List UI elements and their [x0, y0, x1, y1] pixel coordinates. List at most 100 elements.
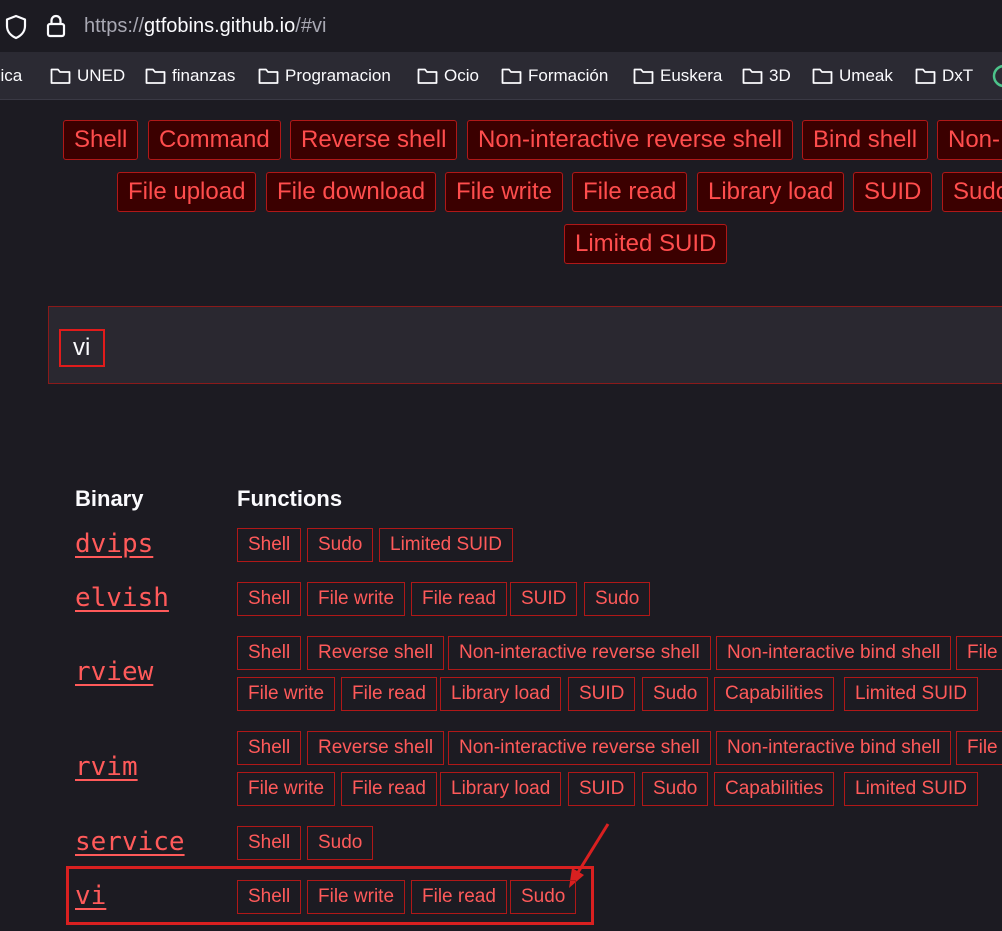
filter-button[interactable]: Bind shell	[802, 120, 929, 160]
filter-button[interactable]: File write	[445, 172, 564, 212]
bookmark-label: Programacion	[285, 66, 391, 85]
bookmark-label: Umeak	[839, 66, 893, 85]
search-input[interactable]: vi	[48, 306, 1002, 384]
function-tag[interactable]: Library load	[440, 772, 562, 806]
binary-link[interactable]: rvim	[75, 752, 138, 782]
function-tag[interactable]: SUID	[568, 772, 636, 806]
function-tag[interactable]: Non-interactive bind shell	[716, 731, 952, 765]
folder-icon	[258, 68, 279, 84]
bookmark-item[interactable]: Programacion	[258, 64, 391, 88]
url-scheme: https://	[84, 15, 145, 37]
bookmark-item[interactable]: Umeak	[812, 64, 893, 88]
bookmark-label: Euskera	[660, 66, 723, 85]
function-tag[interactable]: SUID	[510, 582, 578, 616]
folder-icon	[742, 68, 763, 84]
function-tag[interactable]: Shell	[237, 826, 302, 860]
filter-button[interactable]: SUID	[853, 172, 933, 212]
function-tag[interactable]: Non-interactive reverse shell	[448, 636, 711, 670]
search-value: vi	[59, 329, 105, 367]
filter-button[interactable]: Shell	[63, 120, 139, 160]
function-tag[interactable]: File write	[307, 880, 406, 914]
filter-button[interactable]: File read	[572, 172, 688, 212]
page-content: vi Binary Functions Shell Command Reverse …	[0, 100, 1002, 931]
function-tag[interactable]: File	[956, 731, 1002, 765]
function-tag[interactable]: Shell	[237, 880, 302, 914]
function-tag[interactable]: Limited SUID	[844, 772, 978, 806]
folder-icon	[417, 68, 438, 84]
function-tag[interactable]: File read	[411, 880, 507, 914]
function-tag[interactable]: Sudo	[642, 772, 709, 806]
filter-button[interactable]: Limited SUID	[564, 224, 728, 264]
bookmark-label: DxT	[942, 66, 974, 85]
filter-button[interactable]: Sudo	[942, 172, 1002, 212]
filter-button[interactable]: Command	[148, 120, 281, 160]
function-tag[interactable]: File write	[237, 772, 336, 806]
binary-link[interactable]: dvips	[75, 529, 153, 559]
url-bar[interactable]: https://gtfobins.github.io/#vi	[0, 0, 1002, 53]
function-tag[interactable]: Capabilities	[714, 677, 835, 711]
function-tag[interactable]: Limited SUID	[379, 528, 513, 562]
function-tag[interactable]: File read	[411, 582, 507, 616]
extension-icon[interactable]	[992, 64, 1002, 88]
folder-icon	[145, 68, 166, 84]
bookmark-item[interactable]: UNED	[50, 64, 125, 88]
filter-button[interactable]: Non-	[937, 120, 1002, 160]
folder-icon	[50, 68, 71, 84]
binary-link[interactable]: rview	[75, 657, 153, 687]
function-tag[interactable]: Shell	[237, 582, 302, 616]
shield-icon[interactable]	[4, 14, 28, 40]
function-tag[interactable]: Sudo	[642, 677, 709, 711]
function-tag[interactable]: Reverse shell	[307, 636, 445, 670]
folder-icon	[501, 68, 522, 84]
function-tag[interactable]: Shell	[237, 636, 302, 670]
function-tag[interactable]: SUID	[568, 677, 636, 711]
url-host: gtfobins.github.io	[144, 15, 296, 37]
filter-button[interactable]: Reverse shell	[290, 120, 458, 160]
bookmark-item[interactable]: sica	[0, 64, 22, 88]
function-tag[interactable]: Sudo	[584, 582, 651, 616]
function-tag[interactable]: Non-interactive reverse shell	[448, 731, 711, 765]
bookmark-label: Formación	[528, 66, 609, 85]
column-header-functions: Functions	[237, 486, 343, 511]
function-tag[interactable]: File write	[307, 582, 406, 616]
folder-icon	[915, 68, 936, 84]
function-tag[interactable]: Limited SUID	[844, 677, 978, 711]
bookmark-item[interactable]: Formación	[501, 64, 608, 88]
bookmark-label: Ocio	[444, 66, 479, 85]
function-tag[interactable]: Shell	[237, 731, 302, 765]
function-tag[interactable]: Non-interactive bind shell	[716, 636, 952, 670]
bookmark-label: finanzas	[172, 66, 236, 85]
binary-link[interactable]: elvish	[75, 583, 169, 613]
bookmark-item[interactable]: finanzas	[145, 64, 235, 88]
function-tag[interactable]: Shell	[237, 528, 302, 562]
function-tag[interactable]: File read	[341, 772, 437, 806]
bookmark-item[interactable]: Euskera	[633, 64, 722, 88]
function-tag[interactable]: File write	[237, 677, 336, 711]
bookmark-item[interactable]: Ocio	[417, 64, 479, 88]
function-tag[interactable]: Library load	[440, 677, 562, 711]
filter-button[interactable]: File upload	[117, 172, 257, 212]
lock-icon[interactable]	[45, 13, 67, 39]
bookmark-label: 3D	[769, 66, 791, 85]
column-header-binary: Binary	[75, 486, 144, 511]
function-tag[interactable]: Sudo	[307, 826, 374, 860]
bookmark-item[interactable]: DxT	[915, 64, 973, 88]
folder-icon	[633, 68, 654, 84]
binary-link[interactable]: vi	[75, 881, 106, 911]
filter-button[interactable]: File download	[266, 172, 437, 212]
filter-button[interactable]: Library load	[697, 172, 845, 212]
bookmarks-toolbar: sica UNED finanzas Programacion Ocio Formació…	[0, 53, 1002, 100]
bookmark-item[interactable]: 3D	[742, 64, 791, 88]
url-text[interactable]: https://gtfobins.github.io/#vi	[84, 15, 326, 38]
bookmark-label: sica	[0, 66, 23, 85]
function-tag[interactable]: Capabilities	[714, 772, 835, 806]
function-tag[interactable]: Sudo	[510, 880, 577, 914]
function-tag[interactable]: Sudo	[307, 528, 374, 562]
folder-icon	[812, 68, 833, 84]
function-tag[interactable]: File read	[341, 677, 437, 711]
function-tag[interactable]: File	[956, 636, 1002, 670]
filter-button[interactable]: Non-interactive reverse shell	[467, 120, 794, 160]
binary-link[interactable]: service	[75, 827, 185, 857]
function-tag[interactable]: Reverse shell	[307, 731, 445, 765]
bookmark-label: UNED	[77, 66, 126, 85]
